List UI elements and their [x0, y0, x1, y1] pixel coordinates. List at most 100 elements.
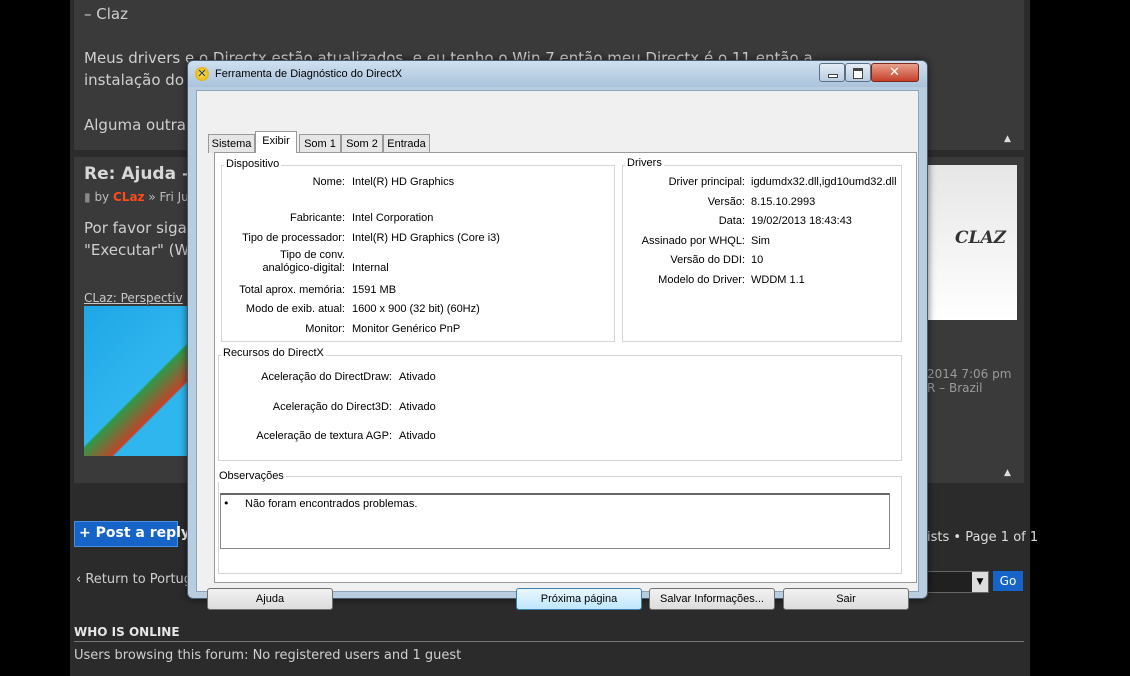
exit-label: Sair — [836, 593, 856, 605]
post-1-line-2: instalação do — [84, 71, 185, 89]
direct3d-label: Aceleração do Direct3D: — [272, 401, 392, 413]
dac-type-label-2: analógico-digital: — [262, 262, 345, 274]
ddi-version-value: 10 — [751, 254, 764, 266]
signature-image — [84, 306, 188, 456]
tab-panel: Dispositivo Nome: Intel(R) HD Graphics F… — [214, 152, 917, 583]
back-to-top-icon[interactable]: ▲ — [1004, 134, 1011, 144]
jump-to-select[interactable]: ▼ — [927, 571, 989, 593]
notes-box[interactable]: • Não foram encontrados problemas. — [220, 493, 890, 549]
avatar-text: CLAZ — [955, 228, 1007, 248]
close-icon: ✕ — [889, 65, 900, 80]
driver-version-value: 8.15.10.2993 — [751, 196, 816, 208]
post-2-line-1: Por favor siga — [84, 219, 187, 237]
dac-type-label-1: Tipo de conv. — [280, 249, 345, 261]
dac-type-value: Internal — [352, 262, 389, 274]
title-bar[interactable]: ✕ Ferramenta de Diagnóstico do DirectX ✕ — [188, 61, 927, 87]
tab-som-1[interactable]: Som 1 — [299, 134, 341, 153]
close-button[interactable]: ✕ — [871, 63, 919, 82]
bullet-icon: • — [223, 497, 230, 510]
divider — [74, 641, 1024, 642]
go-label: Go — [999, 574, 1017, 588]
chip-type-value: Intel(R) HD Graphics (Core i3) — [352, 232, 500, 244]
tab-exibir[interactable]: Exibir — [255, 131, 297, 153]
device-group-label: Dispositivo — [224, 158, 282, 170]
location-right: R – Brazil — [927, 381, 983, 395]
tab-som-2[interactable]: Som 2 — [341, 134, 383, 153]
back-to-top-icon-2[interactable]: ▲ — [1004, 468, 1011, 478]
memory-label: Total aprox. memória: — [239, 284, 345, 296]
chevron-down-icon[interactable]: ▼ — [972, 572, 988, 592]
post-2-line-2: "Executar" (Wi — [84, 241, 194, 259]
driver-date-label: Data: — [718, 215, 745, 227]
display-mode-value: 1600 x 900 (32 bit) (60Hz) — [352, 303, 480, 315]
chip-type-label: Tipo de processador: — [242, 232, 345, 244]
who-is-online-title: WHO IS ONLINE — [74, 625, 180, 639]
who-is-online-text: Users browsing this forum: No registered… — [74, 648, 462, 663]
tab-entrada[interactable]: Entrada — [383, 134, 430, 153]
avatar: CLAZ — [927, 165, 1017, 320]
exit-button[interactable]: Sair — [783, 588, 909, 610]
tab-label: Exibir — [262, 135, 290, 147]
directdraw-label: Aceleração do DirectDraw: — [261, 371, 392, 383]
pagination-text: ists • Page 1 of 1 — [927, 530, 1039, 545]
minimize-button[interactable] — [819, 63, 845, 82]
memory-value: 1591 MB — [352, 284, 397, 296]
save-info-label: Salvar Informações... — [660, 593, 764, 605]
help-label: Ajuda — [255, 593, 285, 605]
directx-icon: ✕ — [195, 67, 209, 81]
whql-value: Sim — [751, 235, 770, 247]
tab-label: Som 1 — [304, 138, 336, 150]
main-driver-label: Driver principal: — [668, 176, 745, 188]
tab-label: Sistema — [211, 138, 252, 150]
directdraw-value: Ativado — [399, 371, 436, 383]
window-title: Ferramenta de Diagnóstico do DirectX — [215, 68, 403, 80]
save-info-button[interactable]: Salvar Informações... — [649, 588, 775, 610]
monitor-value: Monitor Genérico PnP — [352, 323, 461, 335]
next-page-button[interactable]: Próxima página — [516, 588, 642, 610]
manufacturer-value: Intel Corporation — [352, 212, 434, 224]
drivers-group-label: Drivers — [625, 157, 664, 169]
driver-version-label: Versão: — [707, 196, 745, 208]
tab-label: Som 2 — [346, 138, 378, 150]
dxdiag-window: ✕ Ferramenta de Diagnóstico do DirectX ✕… — [187, 60, 928, 610]
driver-model-value: WDDM 1.1 — [751, 274, 805, 286]
go-button[interactable]: Go — [993, 571, 1023, 591]
return-link[interactable]: ‹ Return to Portug — [76, 572, 192, 587]
post-1-line-3: Alguma outra s — [84, 116, 199, 134]
minimize-icon — [828, 74, 838, 78]
manufacturer-label: Fabricante: — [289, 212, 345, 224]
driver-date-value: 19/02/2013 18:43:43 — [751, 215, 852, 227]
post-date: » Fri Jul — [148, 190, 193, 204]
whql-label: Assinado por WHQL: — [641, 235, 745, 247]
maximize-button[interactable] — [845, 63, 871, 82]
driver-model-label: Modelo do Driver: — [658, 274, 745, 286]
next-page-label: Próxima página — [540, 593, 618, 605]
direct3d-value: Ativado — [399, 401, 436, 413]
display-mode-label: Modo de exib. atual: — [245, 303, 345, 315]
post-date-right: 2014 7:06 pm — [927, 367, 1012, 381]
directx-features-label: Recursos do DirectX — [221, 347, 326, 359]
ddi-version-label: Versão do DDI: — [670, 254, 745, 266]
post-2-title[interactable]: Re: Ajuda – — [84, 164, 190, 184]
monitor-label: Monitor: — [305, 323, 345, 335]
post-2-meta: ▮ by CLaz » Fri Jul — [84, 190, 192, 204]
post-by-label: by — [94, 190, 110, 204]
notes-label: Observações — [217, 470, 286, 482]
signature-link[interactable]: CLaz: Perspectiv — [84, 291, 183, 305]
tab-sistema[interactable]: Sistema — [208, 134, 255, 153]
help-button[interactable]: Ajuda — [207, 588, 333, 610]
tab-label: Entrada — [387, 138, 426, 150]
main-driver-value: igdumdx32.dll,igd10umd32.dll — [751, 176, 897, 188]
post-author-link[interactable]: CLaz — [113, 190, 145, 204]
device-name-label: Nome: — [312, 176, 345, 188]
post-icon: ▮ — [84, 190, 91, 204]
dialog-body: Sistema Exibir Som 1 Som 2 Entrada Dispo… — [196, 90, 919, 610]
agp-label: Aceleração de textura AGP: — [256, 430, 392, 442]
maximize-icon — [853, 68, 863, 79]
device-name-value: Intel(R) HD Graphics — [352, 176, 455, 188]
agp-value: Ativado — [399, 430, 436, 442]
quote-author: – Claz — [84, 5, 128, 23]
post-reply-button[interactable]: + Post a reply — [74, 521, 190, 547]
post-reply-label: + Post a reply — [79, 525, 191, 541]
notes-item: Não foram encontrados problemas. — [245, 498, 418, 510]
